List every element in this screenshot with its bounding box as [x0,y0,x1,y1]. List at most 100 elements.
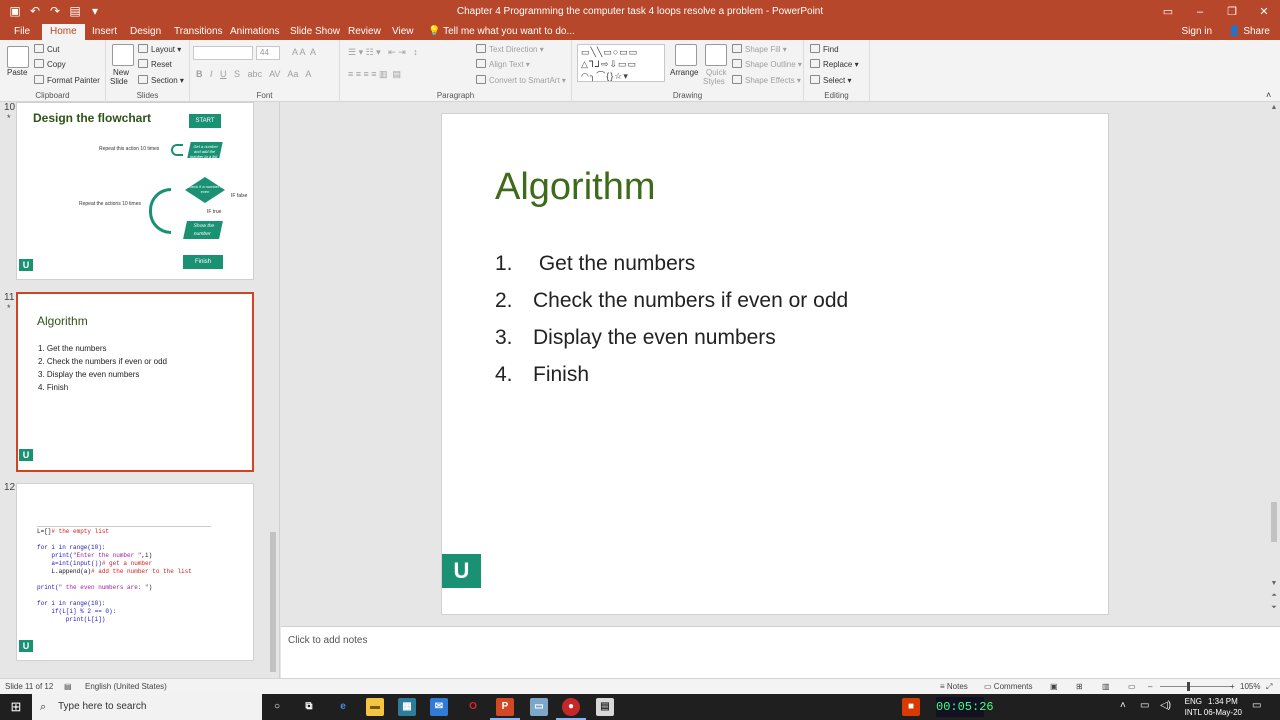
quick-styles-icon[interactable] [705,44,727,66]
file-explorer-icon[interactable]: ▬ [366,698,384,716]
tab-transitions[interactable]: Transitions [166,24,231,40]
find-button[interactable]: Find [810,44,839,54]
shapes-gallery[interactable]: ▭╲╲▭○▭▭ △⅂⅃⇨⇩▭▭ ◠╮⌒{}☆▾ [577,44,665,82]
notepad-icon[interactable]: ▤ [596,698,614,716]
network-icon[interactable]: ▭ [1140,700,1149,711]
scrollbar-thumb[interactable] [270,532,276,672]
cut-button[interactable]: Cut [34,44,59,54]
zoom-level[interactable]: 105% [1240,682,1260,691]
paste-button[interactable]: Paste [7,68,27,77]
fit-to-window-icon[interactable]: ⤢ [1266,682,1272,692]
list-text: Get the numbers [533,252,696,275]
slide-title[interactable]: Algorithm [495,166,656,209]
notification-icon[interactable]: ▭ [1252,700,1261,711]
show-hidden-icons[interactable]: ˄ [1120,700,1126,711]
spellcheck-icon[interactable]: ▤ [64,682,72,691]
tab-review[interactable]: Review [340,24,389,40]
zoom-slider[interactable] [1160,686,1232,687]
font-size-box[interactable]: 44 [256,46,280,60]
text-direction-button[interactable]: Text Direction ▾ [476,44,544,54]
alignment-buttons[interactable]: ≡ ≡ ≡ ≡ ▥ ▤ [348,69,401,80]
mail-icon[interactable]: ✉ [430,698,448,716]
tab-file[interactable]: File [6,24,38,40]
task-view-icon[interactable]: ⧉ [300,698,318,716]
powerpoint-icon[interactable]: P [490,698,520,720]
paste-icon[interactable] [7,46,29,68]
taskbar-search[interactable]: ⌕ Type here to search [32,694,262,720]
input-language[interactable]: ENG INTL [1185,696,1202,718]
arrange-button[interactable]: Arrange [670,68,698,77]
scrollbar-thumb[interactable] [1271,502,1277,542]
shape-effects-button[interactable]: Shape Effects ▾ [732,75,801,85]
minimize-icon[interactable]: – [1184,0,1216,24]
smartart-button[interactable]: Convert to SmartArt ▾ [476,75,566,85]
windows-start-icon[interactable]: ⊞ [0,694,32,720]
new-slide-label-1[interactable]: New [113,68,129,77]
next-slide-icon[interactable]: ⏷ [1268,604,1280,612]
replace-button[interactable]: Replace ▾ [810,59,859,69]
notes-placeholder[interactable]: Click to add notes [288,635,368,646]
copy-button[interactable]: Copy [34,59,66,69]
collapse-ribbon-icon[interactable]: ˄ [1266,90,1271,100]
previous-slide-icon[interactable]: ⏶ [1268,592,1280,600]
current-slide[interactable]: Algorithm 1. Get the numbers 2. Check the… [441,113,1109,615]
restore-icon[interactable]: ❐ [1216,0,1248,24]
close-icon[interactable]: ✕ [1248,0,1280,24]
zoom-out-icon[interactable]: – [1148,682,1152,691]
shape-fill-button[interactable]: Shape Fill ▾ [732,44,787,54]
quick-styles-label-1[interactable]: Quick [706,68,726,77]
ribbon-display-options-icon[interactable]: ▭ [1152,0,1184,24]
scroll-down-icon[interactable]: ▼ [1268,580,1280,587]
slide-thumbnail-11[interactable]: Algorithm 1. Get the numbers 2. Check th… [16,292,254,472]
volume-icon[interactable]: ◁) [1160,700,1171,711]
stop-record-icon[interactable]: ■ [902,698,920,716]
editor-scrollbar[interactable]: ▲ ▼ ⏶ ⏷ [1268,102,1280,626]
reading-view-icon[interactable]: ▥ [1102,682,1110,691]
cortana-icon[interactable]: ○ [268,698,286,716]
list-buttons[interactable]: ☰ ▾ ☷ ▾ ⇤ ⇥ ↕ [348,47,418,58]
arrange-icon[interactable] [675,44,697,66]
slide-sorter-icon[interactable]: ⊞ [1076,682,1083,691]
font-grow-shrink[interactable]: A A A [292,47,316,57]
tab-home[interactable]: Home [42,24,85,40]
tab-design[interactable]: Design [122,24,169,40]
tab-insert[interactable]: Insert [84,24,125,40]
new-slide-icon[interactable] [112,44,134,66]
notes-pane[interactable]: Click to add notes [281,626,1280,678]
scroll-up-icon[interactable]: ▲ [1268,104,1280,111]
slide-thumbnail-12[interactable]: L=[]# the empty list for i in range(10):… [16,483,254,661]
normal-view-icon[interactable]: ▣ [1050,682,1058,691]
tell-me-box[interactable]: 💡 Tell me what you want to do... [420,24,583,40]
font-name-box[interactable] [193,46,253,60]
language-indicator[interactable]: English (United States) [85,682,167,691]
app-icon[interactable]: ▭ [530,698,548,716]
new-slide-label-2[interactable]: Slide [110,77,128,86]
slide-thumbnail-10[interactable]: Design the flowchart START Get a number … [16,102,254,280]
share-button[interactable]: 👤 Share [1228,24,1270,39]
sign-in-link[interactable]: Sign in [1182,24,1213,39]
notes-toggle[interactable]: ≡ Notes [940,682,968,691]
tab-animations[interactable]: Animations [222,24,287,40]
store-icon[interactable]: ▦ [398,698,416,716]
format-painter-button[interactable]: Format Painter [34,75,100,85]
slideshow-icon[interactable]: ▭ [1128,682,1136,691]
thumbnail-scrollbar[interactable] [268,102,278,678]
section-button[interactable]: Section ▾ [138,75,184,85]
tab-slide-show[interactable]: Slide Show [282,24,348,40]
quick-styles-label-2[interactable]: Styles [703,77,725,86]
comments-toggle[interactable]: ▭ Comments [984,682,1032,691]
align-text-button[interactable]: Align Text ▾ [476,59,530,69]
system-clock[interactable]: 1:34 PM 06-May-20 [1204,696,1242,718]
zoom-in-icon[interactable]: + [1230,682,1235,691]
opera-icon[interactable]: O [464,698,482,716]
font-format-buttons[interactable]: B I U S abc AV Aa A [196,69,311,79]
recorder-icon[interactable]: ● [556,698,586,720]
layout-button[interactable]: Layout ▾ [138,44,181,54]
edge-icon[interactable]: e [334,698,352,716]
slide-list[interactable]: 1. Get the numbers 2. Check the numbers i… [495,252,848,400]
shape-outline-button[interactable]: Shape Outline ▾ [732,59,802,69]
tab-view[interactable]: View [384,24,422,40]
select-button[interactable]: Select ▾ [810,75,851,85]
reset-button[interactable]: Reset [138,59,172,69]
zoom-slider-thumb[interactable] [1187,682,1190,691]
